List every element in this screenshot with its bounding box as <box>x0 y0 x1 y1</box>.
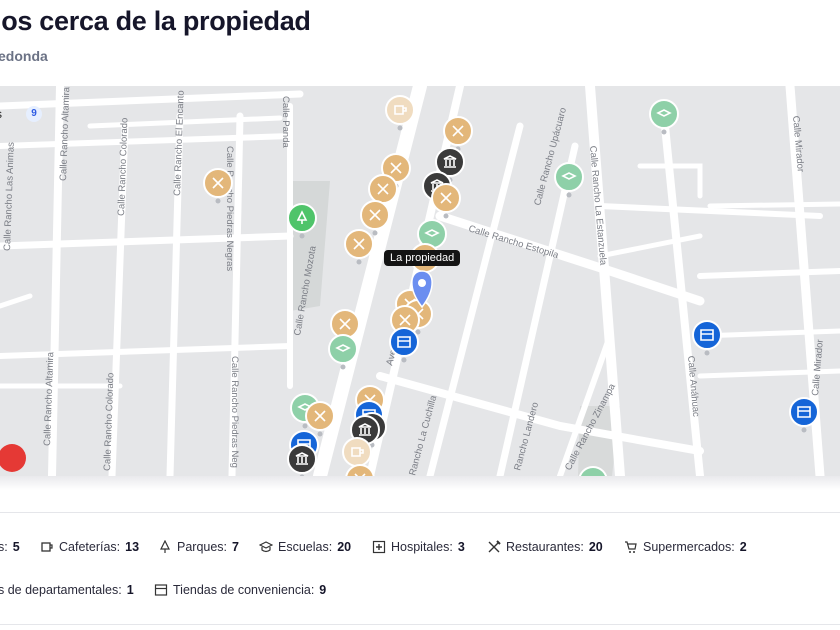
category-label: s: <box>0 540 8 554</box>
category-cafes: Cafeterías: 13 <box>40 540 139 554</box>
street-label: Calle Panda <box>280 96 291 148</box>
category-schools: Escuelas: 20 <box>259 540 351 554</box>
cart-icon <box>625 541 637 553</box>
tree-icon <box>160 540 170 553</box>
category-count: 3 <box>457 540 465 554</box>
storefront-icon <box>154 584 168 596</box>
filter-chip[interactable]: s 9 <box>0 100 42 128</box>
category-count: 9 <box>319 583 327 597</box>
category-department-stores: s de departamentales: 1 <box>0 583 134 597</box>
category-label: Escuelas: <box>278 540 333 554</box>
location-subtitle: edonda <box>0 48 48 64</box>
category-label: Restaurantes: <box>506 540 584 554</box>
filter-label: s <box>0 107 2 121</box>
graduation-icon <box>259 541 273 553</box>
map-bottom-shadow <box>0 476 840 490</box>
category-banks: s: 5 <box>0 540 20 554</box>
street-label: Calle Rancho Piedras Negras <box>224 146 235 271</box>
category-label: Cafeterías: <box>59 540 121 554</box>
category-label: Tiendas de conveniencia: <box>173 583 315 597</box>
category-label: Parques: <box>177 540 228 554</box>
map[interactable]: Calle Rancho Altamira Calle Rancho Color… <box>0 86 840 476</box>
category-label: Supermercados: <box>643 540 735 554</box>
category-count: 13 <box>125 540 140 554</box>
category-count: 2 <box>739 540 747 554</box>
page-title: ios cerca de la propiedad <box>0 6 311 36</box>
property-tooltip: La propiedad <box>384 250 461 266</box>
category-count: 1 <box>126 583 134 597</box>
filter-count-badge: 9 <box>26 106 42 122</box>
category-supermarkets: Supermercados: 2 <box>624 540 747 554</box>
category-restaurants: Restaurantes: 20 <box>487 540 603 554</box>
category-count: 7 <box>232 540 239 554</box>
divider <box>0 512 840 513</box>
category-label: s de departamentales: <box>0 583 122 597</box>
street-label: Calle Rancho Piedras Neg <box>229 356 240 468</box>
category-count: 5 <box>12 540 20 554</box>
category-convenience-stores: Tiendas de conveniencia: 9 <box>154 583 326 597</box>
map-canvas[interactable]: Calle Rancho Altamira Calle Rancho Color… <box>0 86 840 476</box>
fork-knife-icon <box>488 540 501 553</box>
category-label: Hospitales: <box>391 540 453 554</box>
category-count: 20 <box>337 540 352 554</box>
category-count: 20 <box>588 540 603 554</box>
coffee-icon <box>41 542 53 552</box>
category-parks: Parques: 7 <box>158 540 239 554</box>
category-hospitals: Hospitales: 3 <box>372 540 465 554</box>
hospital-icon <box>372 540 386 554</box>
divider <box>0 624 840 625</box>
